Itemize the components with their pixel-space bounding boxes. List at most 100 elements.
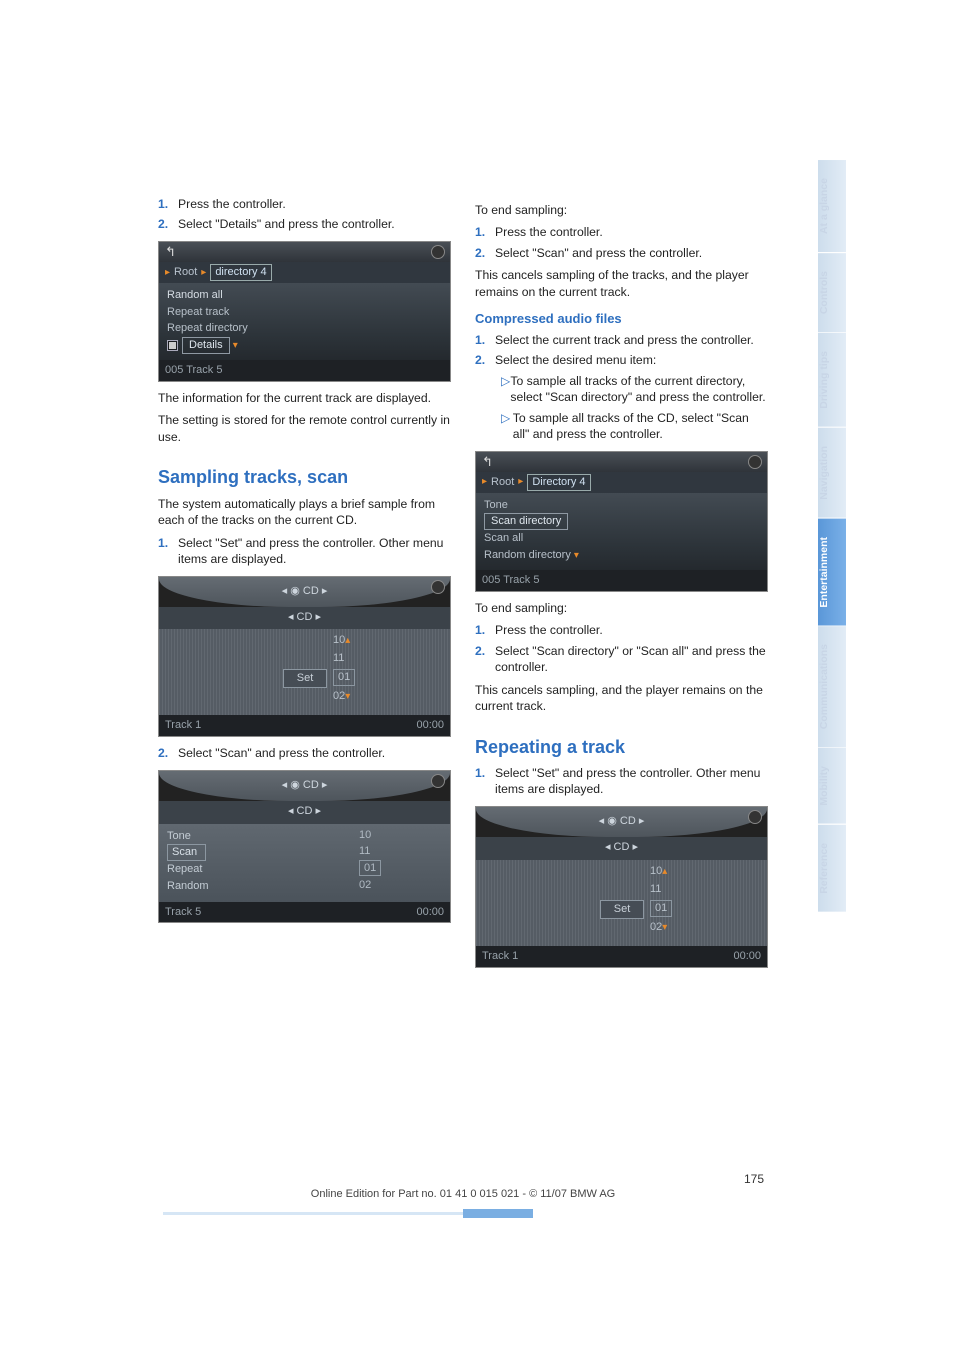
screenshot-scan-directory: ↰ ▸ Root ▸ Directory 4 Tone Scan directo… (475, 451, 768, 592)
menu-item-scan-directory: Scan directory (484, 513, 568, 530)
chevron-right-icon: ▸ (482, 475, 487, 489)
tab-navigation[interactable]: Navigation (818, 428, 846, 519)
menu-item: Repeat directory (167, 320, 442, 337)
screenshot-cd-set-repeat: ◂ ◉ CD ▸ ◂ CD ▸ 10▴ 11 Set 01 02▾ Track … (475, 806, 768, 968)
step-text: Press the controller. (178, 196, 451, 212)
step-number: 1. (475, 332, 495, 348)
ordered-step: 2.Select "Scan" and press the controller… (158, 745, 451, 761)
set-button: Set (600, 900, 644, 919)
breadcrumb-current: Directory 4 (527, 474, 590, 491)
sub-label: ◂ CD ▸ (159, 607, 450, 630)
ordered-step: 1.Press the controller. (475, 622, 768, 638)
tab-communications[interactable]: Communications (818, 626, 846, 748)
tab-driving-tips[interactable]: Driving tips (818, 333, 846, 428)
step-text: Select "Scan directory" or "Scan all" an… (495, 643, 768, 676)
menu-item: Random (167, 878, 442, 895)
status-track: Track 100:00 (159, 715, 450, 736)
dial-icon (748, 455, 762, 469)
top-label: ◂ ◉ CD ▸ (282, 778, 328, 793)
footer-text: Online Edition for Part no. 01 41 0 015 … (158, 1188, 768, 1200)
heading-repeating: Repeating a track (475, 735, 768, 759)
back-icon: ↰ (482, 453, 493, 471)
status-track: 005 Track 5 (476, 570, 767, 591)
ordered-step: 2.Select the desired menu item: (475, 352, 768, 368)
chevron-right-icon: ▸ (201, 266, 206, 280)
body-text: This cancels sampling of the tracks, and… (475, 267, 768, 300)
tab-mobility[interactable]: Mobility (818, 748, 846, 825)
body-text: To end sampling: (475, 202, 768, 218)
screenshot-details-menu: ↰ ▸ Root ▸ directory 4 Random all Repeat… (158, 241, 451, 382)
screenshot-cd-scan: ◂ ◉ CD ▸ ◂ CD ▸ Tone10 Scan11 Repeat01 R… (158, 770, 451, 924)
wheel-value-selected: 01 (650, 900, 672, 917)
ordered-step: 2.Select "Details" and press the control… (158, 216, 451, 232)
dial-icon (431, 580, 445, 594)
page-bar (463, 1209, 533, 1218)
step-number: 2. (158, 216, 178, 232)
step-text: Select "Scan" and press the controller. (495, 245, 768, 261)
wheel-value: 11 (333, 651, 344, 666)
tab-entertainment[interactable]: Entertainment (818, 519, 846, 627)
step-number: 1. (158, 196, 178, 212)
status-track: 005 Track 5 (159, 360, 450, 381)
wheel-value-selected: 01 (333, 669, 355, 686)
chevron-up-icon: ▴ (662, 866, 667, 877)
step-text: Press the controller. (495, 622, 768, 638)
menu-item: Tone (484, 497, 759, 514)
step-number: 2. (158, 745, 178, 761)
checkbox-icon (167, 340, 178, 351)
breadcrumb-root: Root (174, 265, 197, 280)
ordered-step: 1.Select "Set" and press the controller.… (475, 765, 768, 798)
menu-item: Repeat track (167, 304, 442, 321)
step-text: Select "Set" and press the controller. O… (178, 535, 451, 568)
step-text: Select "Details" and press the controlle… (178, 216, 451, 232)
body-text: This cancels sampling, and the player re… (475, 682, 768, 715)
set-button: Set (283, 669, 327, 688)
menu-item: Repeat (167, 861, 442, 878)
chevron-up-icon: ▴ (345, 635, 350, 646)
heading-sampling: Sampling tracks, scan (158, 465, 451, 489)
wheel-value: 02▾ (650, 920, 667, 935)
sub-label: ◂ CD ▸ (159, 801, 450, 824)
sub-step: ▷To sample all tracks of the CD, select … (475, 410, 768, 443)
menu-item: Scan all (484, 530, 759, 547)
tab-controls[interactable]: Controls (818, 253, 846, 333)
top-label: ◂ ◉ CD ▸ (599, 814, 645, 829)
step-number: 1. (158, 535, 178, 568)
menu-item: Random all (167, 287, 442, 304)
wheel-value: 10▴ (333, 633, 350, 648)
chevron-down-icon: ▾ (662, 922, 667, 933)
menu-item-details: Details ▾ (167, 337, 442, 354)
ordered-step: 1.Select "Set" and press the controller.… (158, 535, 451, 568)
dial-icon (431, 774, 445, 788)
breadcrumb: ▸ Root ▸ directory 4 (159, 262, 450, 283)
tab-reference[interactable]: Reference (818, 825, 846, 913)
body-text: The setting is stored for the remote con… (158, 412, 451, 445)
heading-compressed: Compressed audio files (475, 310, 768, 328)
menu-item: Random directory ▾ (484, 547, 759, 564)
chevron-down-icon: ▾ (233, 340, 238, 351)
step-number: 1. (475, 765, 495, 798)
menu-item-scan: Scan (167, 844, 206, 861)
breadcrumb-current: directory 4 (210, 264, 271, 281)
body-text: The information for the current track ar… (158, 390, 451, 406)
tab-at-a-glance[interactable]: At a glance (818, 160, 846, 253)
ordered-step: 1.Select the current track and press the… (475, 332, 768, 348)
side-tabs: At a glance Controls Driving tips Naviga… (818, 160, 846, 913)
page-number: 175 (744, 1172, 764, 1186)
top-label: ◂ ◉ CD ▸ (282, 584, 328, 599)
wheel-value: 11 (650, 882, 661, 897)
sub-step-text: To sample all tracks of the CD, select "… (513, 410, 768, 443)
sub-label: ◂ CD ▸ (476, 837, 767, 860)
dial-icon (748, 810, 762, 824)
menu-item: Tone (167, 828, 442, 845)
breadcrumb: ▸ Root ▸ Directory 4 (476, 472, 767, 493)
step-text: Select the desired menu item: (495, 352, 768, 368)
status-track: Track 100:00 (476, 946, 767, 967)
sub-step-text: To sample all tracks of the current dire… (510, 373, 768, 406)
ordered-step: 2.Select "Scan directory" or "Scan all" … (475, 643, 768, 676)
step-number: 2. (475, 643, 495, 676)
chevron-right-icon: ▸ (518, 475, 523, 489)
step-text: Select "Set" and press the controller. O… (495, 765, 768, 798)
chevron-down-icon: ▾ (574, 550, 579, 561)
chevron-right-icon: ▸ (165, 266, 170, 280)
